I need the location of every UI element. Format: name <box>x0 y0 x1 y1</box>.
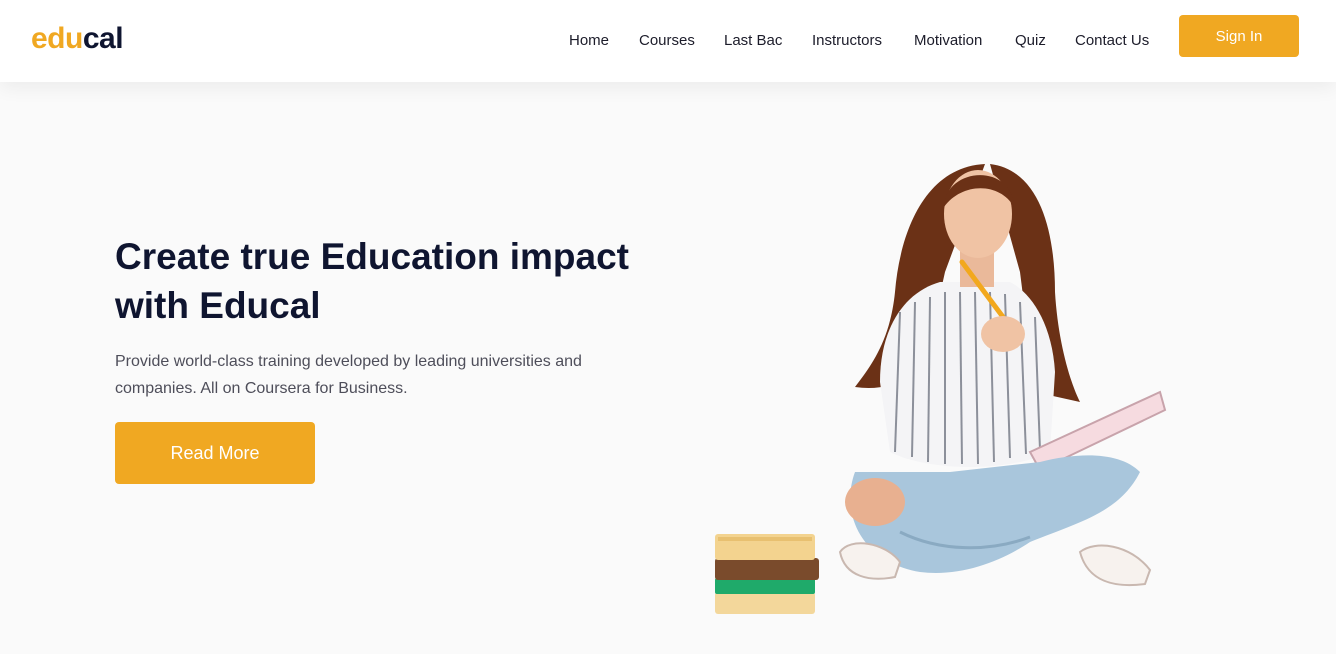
hero-headline-line-1: Create true Education impact <box>115 236 630 277</box>
hero-section: Create true Education impact with Educal… <box>0 82 1336 654</box>
hero-headline: Create true Education impact with Educal <box>115 232 675 330</box>
nav-item-home[interactable]: Home <box>569 32 609 49</box>
nav-item-last-bac[interactable]: Last Bac <box>724 32 782 49</box>
nav-item-contact-us[interactable]: Contact Us <box>1075 32 1149 49</box>
nav-item-instructors[interactable]: Instructors <box>812 32 882 49</box>
logo[interactable]: educal <box>31 22 124 56</box>
sign-in-button[interactable]: Sign In <box>1179 15 1299 57</box>
nav-item-courses[interactable]: Courses <box>639 32 695 49</box>
logo-part-edu: edu <box>31 22 83 55</box>
nav-item-quiz[interactable]: Quiz <box>1015 32 1046 49</box>
hero-description: Provide world-class training developed b… <box>115 348 615 402</box>
hero-headline-line-2: with Educal <box>115 285 321 326</box>
nav-item-motivation[interactable]: Motivation <box>914 32 982 49</box>
books-stack-icon <box>715 534 819 614</box>
hero-description-line-2: companies. All on Coursera for Business. <box>115 380 408 397</box>
hero-description-line-1: Provide world-class training developed b… <box>115 353 582 370</box>
read-more-button[interactable]: Read More <box>115 422 315 484</box>
site-header: educal Home Courses Last Bac Instructors… <box>0 0 1336 82</box>
hero-student-illustration <box>715 164 1167 614</box>
logo-part-cal: cal <box>82 22 124 55</box>
